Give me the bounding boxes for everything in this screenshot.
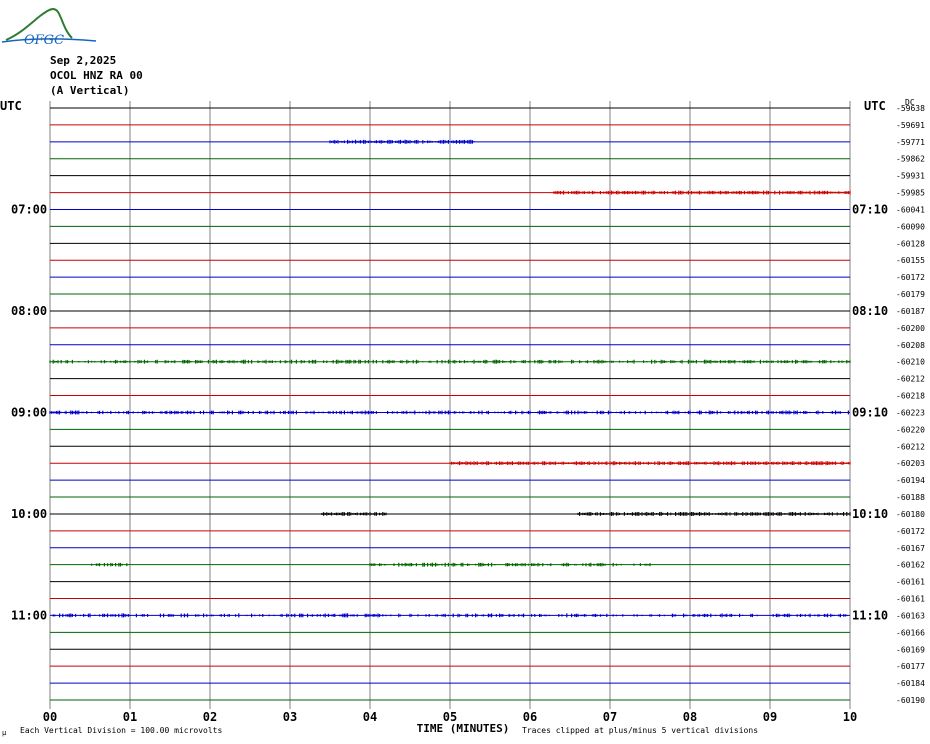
right-value-label: -60223: [896, 408, 925, 417]
right-value-label: -60188: [896, 493, 925, 502]
right-value-label: -60190: [896, 696, 925, 705]
left-hour-label: 11:00: [11, 608, 47, 622]
right-utc-label: UTC: [864, 99, 886, 113]
left-utc-label: UTC: [0, 99, 22, 113]
footer-clip-note: Traces clipped at plus/minus 5 vertical …: [522, 726, 758, 735]
right-value-label: -60194: [896, 476, 925, 485]
right-value-label: -59691: [896, 121, 925, 130]
right-hour-label: 09:10: [852, 405, 888, 419]
right-value-label: -60162: [896, 561, 925, 570]
right-value-label: -60180: [896, 510, 925, 519]
trace-activity-24: [321, 512, 387, 516]
x-tick-label: 02: [203, 710, 217, 724]
x-tick-label: 00: [43, 710, 57, 724]
right-hour-label: 08:10: [852, 304, 888, 318]
left-hour-label: 09:00: [11, 405, 47, 419]
right-value-label: -60167: [896, 544, 925, 553]
right-value-label: -60090: [896, 222, 925, 231]
left-hour-label: 10:00: [11, 507, 47, 521]
right-value-label: -59771: [896, 138, 925, 147]
x-tick-label: 01: [123, 710, 137, 724]
right-value-label: -60161: [896, 578, 925, 587]
axis-labels: UTC UTC DC07:0008:0009:0010:0011:0007:1008…: [0, 98, 925, 737]
x-tick-label: 06: [523, 710, 537, 724]
x-tick-label: 10: [843, 710, 857, 724]
right-value-label: -60212: [896, 375, 925, 384]
right-value-label: -59931: [896, 172, 925, 181]
right-value-label: -60161: [896, 595, 925, 604]
right-value-label: -60172: [896, 527, 925, 536]
right-value-label: -60166: [896, 628, 925, 637]
left-hour-label: 08:00: [11, 304, 47, 318]
x-tick-label: 07: [603, 710, 617, 724]
right-value-label: -60163: [896, 611, 925, 620]
right-hour-label: 07:10: [852, 202, 888, 216]
right-value-label: -59638: [896, 104, 925, 113]
right-value-label: -60169: [896, 645, 925, 654]
right-value-label: -60179: [896, 290, 925, 299]
x-tick-label: 04: [363, 710, 377, 724]
right-value-label: -60177: [896, 662, 925, 671]
right-value-label: -59985: [896, 189, 925, 198]
right-hour-label: 10:10: [852, 507, 888, 521]
x-tick-label: 09: [763, 710, 777, 724]
x-tick-label: 08: [683, 710, 697, 724]
right-value-label: -60208: [896, 341, 925, 350]
right-value-label: -60155: [896, 256, 925, 265]
right-value-label: -60187: [896, 307, 925, 316]
right-value-label: -60203: [896, 459, 925, 468]
right-value-label: -60184: [896, 679, 925, 688]
right-hour-label: 11:10: [852, 608, 888, 622]
footer-scale-note: Each Vertical Division = 100.00 microvol…: [20, 726, 222, 735]
left-hour-label: 07:00: [11, 202, 47, 216]
right-value-label: -60210: [896, 358, 925, 367]
right-value-label: -60128: [896, 239, 925, 248]
right-value-label: -60220: [896, 425, 925, 434]
right-value-label: -60218: [896, 392, 925, 401]
x-tick-label: 03: [283, 710, 297, 724]
right-value-label: -60041: [896, 205, 925, 214]
footer-corner-mark: μ: [2, 729, 7, 737]
right-value-label: -60212: [896, 442, 925, 451]
right-value-label: -60200: [896, 324, 925, 333]
right-value-label: -59862: [896, 155, 925, 164]
x-axis-title: TIME (MINUTES): [417, 722, 510, 735]
seismogram-plot: UTC UTC DC07:0008:0009:0010:0011:0007:1008…: [0, 98, 925, 737]
right-value-label: -60172: [896, 273, 925, 282]
